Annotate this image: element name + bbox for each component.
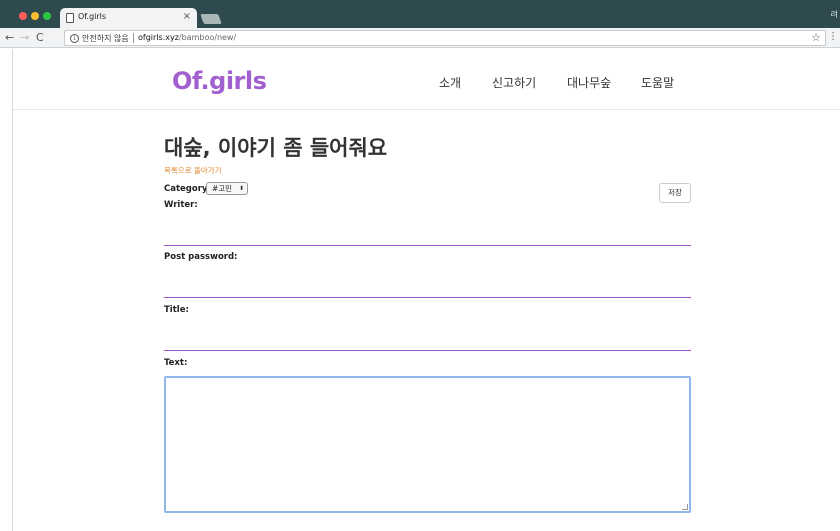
browser-window: Of.girls × 려 ← → C i 안전하지 않음 ofgirls.xyz… (0, 0, 840, 531)
nav-link-report[interactable]: 신고하기 (492, 74, 536, 91)
url-path: /bamboo/new/ (178, 33, 237, 42)
close-window-button[interactable] (19, 12, 27, 20)
writer-input[interactable] (164, 226, 691, 246)
site-header: Of.girls 소개 신고하기 대나무숲 도움말 (13, 49, 840, 110)
nav-link-about[interactable]: 소개 (439, 74, 461, 91)
browser-menu-icon[interactable]: ⋮ (828, 31, 838, 43)
text-area[interactable] (164, 376, 691, 513)
forward-arrow-icon[interactable]: → (20, 31, 29, 45)
url-host: ofgirls.xyz (138, 33, 179, 42)
site-logo[interactable]: Of.girls (172, 67, 267, 95)
address-bar[interactable]: i 안전하지 않음 ofgirls.xyz/bamboo/new/ ☆ (64, 30, 826, 46)
info-icon[interactable]: i (70, 34, 79, 43)
nav-link-help[interactable]: 도움말 (641, 74, 674, 91)
zoom-window-button[interactable] (43, 12, 51, 20)
page-icon (66, 13, 74, 23)
title-input[interactable] (164, 331, 691, 351)
title-label: Title: (164, 305, 189, 315)
nav-link-bamboo[interactable]: 대나무숲 (567, 74, 611, 91)
browser-toolbar: ← → C i 안전하지 않음 ofgirls.xyz/bamboo/new/ … (0, 28, 840, 48)
post-password-label: Post password: (164, 252, 238, 262)
resize-handle-icon[interactable] (682, 504, 688, 510)
title-bar: Of.girls × 려 (0, 0, 840, 28)
security-label[interactable]: 안전하지 않음 (82, 33, 129, 44)
writer-label: Writer: (164, 200, 198, 210)
bookmark-star-icon[interactable]: ☆ (811, 31, 821, 44)
profile-label: 려 (830, 10, 838, 19)
reload-icon[interactable]: C (36, 31, 44, 45)
tab-title: Of.girls (78, 12, 107, 21)
save-button[interactable]: 저장 (659, 183, 691, 203)
new-tab-button[interactable] (200, 14, 222, 24)
back-arrow-icon[interactable]: ← (5, 31, 14, 45)
web-page: Of.girls 소개 신고하기 대나무숲 도움말 대숲, 이야기 좀 들어줘요… (12, 49, 840, 531)
url-text[interactable]: ofgirls.xyz/bamboo/new/ (138, 33, 236, 42)
tab-close-icon[interactable]: × (183, 11, 191, 23)
category-selected-value: #고민 (212, 184, 233, 193)
minimize-window-button[interactable] (31, 12, 39, 20)
text-label: Text: (164, 358, 188, 368)
back-to-list-link[interactable]: 목록으로 돌아가기 (164, 165, 222, 176)
url-separator (133, 33, 134, 43)
page-title: 대숲, 이야기 좀 들어줘요 (164, 136, 388, 160)
post-password-input[interactable] (164, 278, 691, 298)
browser-tab[interactable]: Of.girls × (60, 8, 197, 28)
select-arrows-icon: ⬍ (238, 185, 244, 192)
category-label: Category: (164, 184, 211, 194)
category-select[interactable]: #고민 ⬍ (206, 182, 248, 195)
